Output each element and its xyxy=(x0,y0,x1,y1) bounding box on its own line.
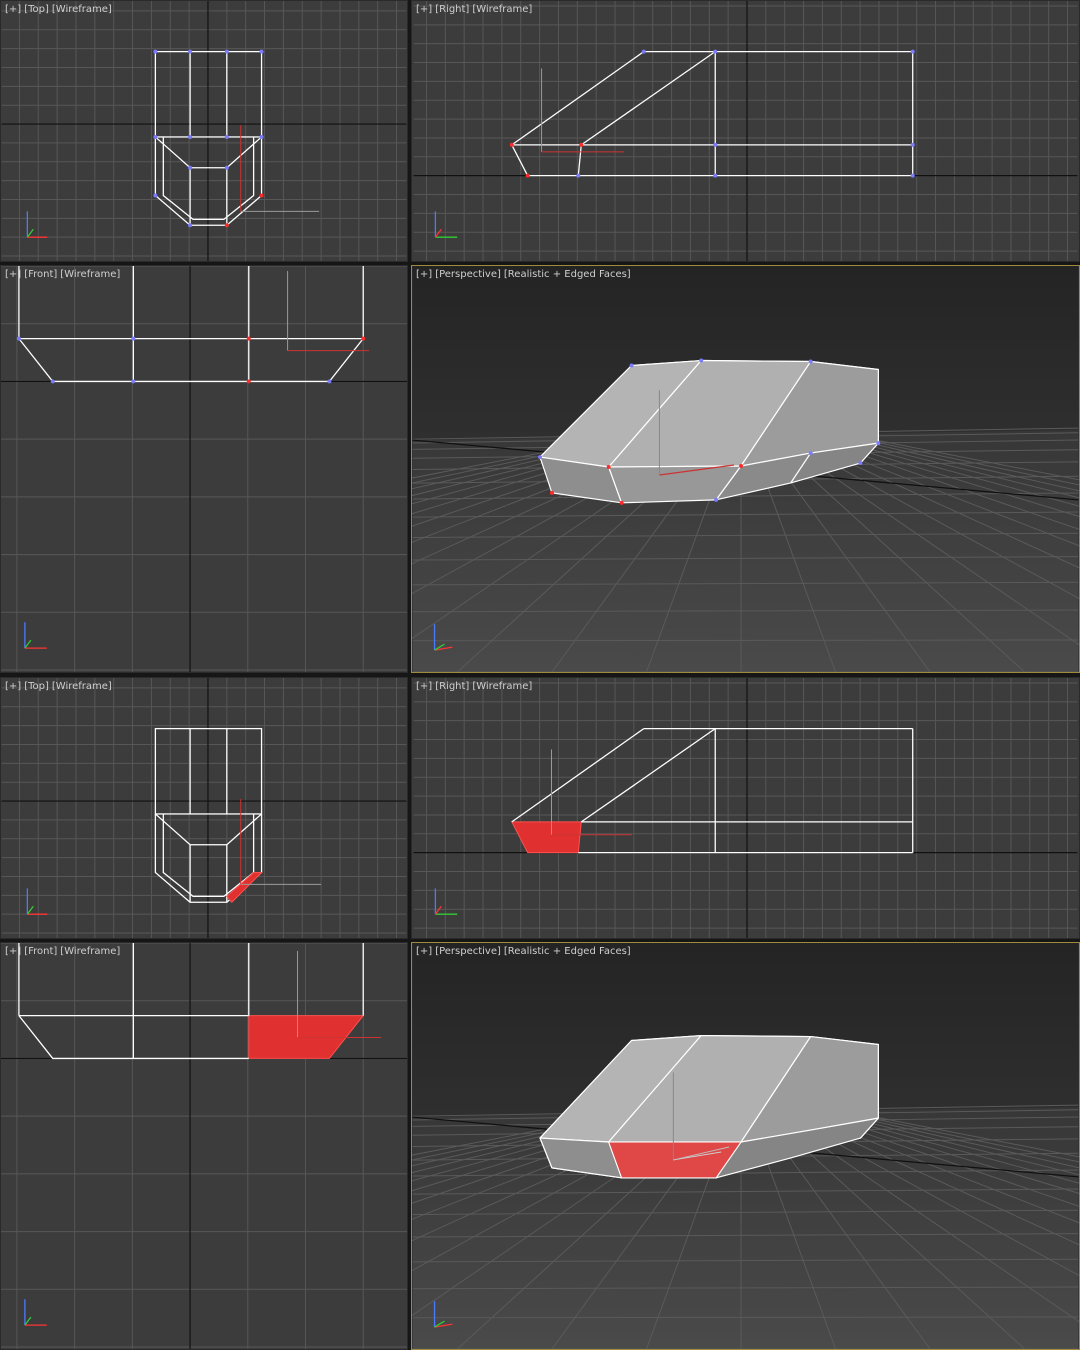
axis-tripod xyxy=(24,1299,47,1326)
viewport-canvas[interactable] xyxy=(1,678,407,938)
viewport-menu-button[interactable]: [+] xyxy=(5,946,21,957)
viewport-menu-button[interactable]: [+] xyxy=(416,681,432,692)
view-name[interactable]: [Top] xyxy=(24,4,49,15)
viewport-top-2[interactable]: [+] [Top] [Wireframe] xyxy=(0,677,408,939)
viewport-canvas[interactable] xyxy=(412,266,1079,672)
view-name[interactable]: [Perspective] xyxy=(435,946,501,957)
viewport-front-2[interactable]: [+] [Front] [Wireframe] xyxy=(0,942,408,1350)
selected-face xyxy=(248,1015,365,1059)
grid xyxy=(413,1,1078,261)
viewport-perspective-2[interactable]: [+] [Perspective] [Realistic + Edged Faces… xyxy=(411,942,1080,1350)
viewport-menu-button[interactable]: [+] xyxy=(416,269,432,280)
viewport-label[interactable]: [+] [Front] [Wireframe] xyxy=(5,946,123,958)
viewport-menu-button[interactable]: [+] xyxy=(5,681,21,692)
viewport-label[interactable]: [+] [Front] [Wireframe] xyxy=(5,269,123,281)
view-name[interactable]: [Front] xyxy=(24,946,57,957)
view-name[interactable]: [Right] xyxy=(435,681,469,692)
viewport-menu-button[interactable]: [+] xyxy=(5,269,21,280)
grid xyxy=(1,266,407,672)
axis-tripod xyxy=(434,211,458,238)
viewport-canvas[interactable] xyxy=(1,943,407,1349)
vertices xyxy=(16,336,366,384)
viewport-label[interactable]: [+] [Top] [Wireframe] xyxy=(5,681,115,693)
shading-mode[interactable]: [Wireframe] xyxy=(472,681,532,692)
viewport-canvas[interactable] xyxy=(412,678,1079,938)
vertices xyxy=(509,49,915,178)
shading-mode[interactable]: [Wireframe] xyxy=(52,4,112,15)
viewport-right-2[interactable]: [+] [Right] [Wireframe] xyxy=(411,677,1080,939)
shading-mode[interactable]: [Wireframe] xyxy=(472,4,532,15)
viewport-canvas[interactable] xyxy=(412,943,1079,1349)
shading-mode[interactable]: [Wireframe] xyxy=(60,946,120,957)
viewport-label[interactable]: [+] [Right] [Wireframe] xyxy=(416,681,535,693)
axis-tripod xyxy=(24,622,47,649)
shading-mode[interactable]: [Realistic + Edged Faces] xyxy=(504,946,631,957)
viewport-canvas[interactable] xyxy=(1,266,407,672)
grid xyxy=(1,943,407,1349)
selected-face xyxy=(510,821,582,854)
viewport-label[interactable]: [+] [Perspective] [Realistic + Edged Faces… xyxy=(416,269,634,281)
grid xyxy=(1,1,407,261)
viewport-top-1[interactable]: [+] [Top] [Wireframe] xyxy=(0,0,408,262)
gizmo xyxy=(240,799,322,885)
viewport-right-1[interactable]: [+] [Right] [Wireframe] xyxy=(411,0,1080,262)
viewport-label[interactable]: [+] [Perspective] [Realistic + Edged Faces… xyxy=(416,946,634,958)
shading-mode[interactable]: [Realistic + Edged Faces] xyxy=(504,269,631,280)
viewport-canvas[interactable] xyxy=(1,1,407,261)
gizmo xyxy=(240,125,320,212)
viewport-menu-button[interactable]: [+] xyxy=(5,4,21,15)
viewport-canvas[interactable] xyxy=(412,1,1079,261)
shading-mode[interactable]: [Wireframe] xyxy=(60,269,120,280)
axis-tripod xyxy=(26,211,48,238)
axis-tripod xyxy=(26,888,48,915)
grid xyxy=(413,678,1078,938)
viewport-front-1[interactable]: [+] [Front] [Wireframe] xyxy=(0,265,408,673)
viewport-menu-button[interactable]: [+] xyxy=(416,946,432,957)
viewport-menu-button[interactable]: [+] xyxy=(416,4,432,15)
view-name[interactable]: [Perspective] xyxy=(435,269,501,280)
view-name[interactable]: [Front] xyxy=(24,269,57,280)
shading-mode[interactable]: [Wireframe] xyxy=(52,681,112,692)
view-name[interactable]: [Right] xyxy=(435,4,469,15)
viewport-label[interactable]: [+] [Right] [Wireframe] xyxy=(416,4,535,16)
viewport-perspective-1[interactable]: [+] [Perspective] [Realistic + Edged Faces… xyxy=(411,265,1080,673)
view-name[interactable]: [Top] xyxy=(24,681,49,692)
viewport-label[interactable]: [+] [Top] [Wireframe] xyxy=(5,4,115,16)
grid xyxy=(1,678,407,938)
axis-tripod xyxy=(434,888,458,915)
